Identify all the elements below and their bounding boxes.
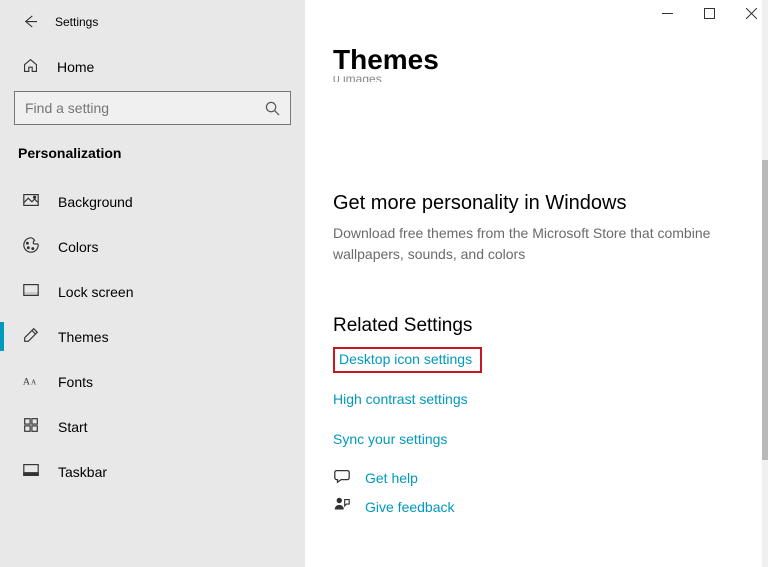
link-desktop-icons[interactable]: Desktop icon settings xyxy=(339,351,472,367)
window-title: Settings xyxy=(55,15,98,29)
sidebar-item-label: Taskbar xyxy=(58,464,107,480)
maximize-button[interactable] xyxy=(702,6,716,20)
page-title: Themes xyxy=(333,44,740,76)
section-label: Personalization xyxy=(0,141,305,179)
link-sync[interactable]: Sync your settings xyxy=(333,425,447,453)
sidebar-item-lockscreen[interactable]: Lock screen xyxy=(0,269,305,314)
link-high-contrast[interactable]: High contrast settings xyxy=(333,385,468,413)
fonts-icon: AA xyxy=(22,371,40,392)
sidebar-item-label: Fonts xyxy=(58,374,93,390)
search-box[interactable] xyxy=(14,91,291,125)
content-area: Themes 0 images Get more personality in … xyxy=(305,0,768,567)
scrollbar-thumb[interactable] xyxy=(762,160,768,460)
sidebar-item-label: Start xyxy=(58,419,88,435)
sidebar-item-start[interactable]: Start xyxy=(0,404,305,449)
link-give-feedback[interactable]: Give feedback xyxy=(365,499,455,515)
picture-icon xyxy=(22,191,40,212)
sidebar-item-label: Background xyxy=(58,194,133,210)
minimize-button[interactable] xyxy=(660,6,674,20)
home-label: Home xyxy=(57,59,94,75)
start-icon xyxy=(22,416,40,437)
personality-desc: Download free themes from the Microsoft … xyxy=(333,223,725,265)
scrollbar[interactable] xyxy=(762,0,768,567)
svg-text:A: A xyxy=(23,377,31,388)
sidebar-item-themes[interactable]: Themes xyxy=(0,314,305,359)
sidebar-item-fonts[interactable]: AA Fonts xyxy=(0,359,305,404)
sidebar-item-colors[interactable]: Colors xyxy=(0,224,305,269)
sidebar-item-background[interactable]: Background xyxy=(0,179,305,224)
svg-text:A: A xyxy=(31,379,37,387)
theme-icon xyxy=(22,326,40,347)
nav-list: Background Colors Lock screen Themes xyxy=(0,179,305,494)
related-heading: Related Settings xyxy=(333,315,740,337)
sidebar-item-label: Lock screen xyxy=(58,284,133,300)
sidebar: Settings Home Personalization Backgro xyxy=(0,0,305,567)
feedback-icon xyxy=(333,496,351,517)
search-icon xyxy=(265,101,280,116)
chat-icon xyxy=(333,467,351,488)
sidebar-item-label: Colors xyxy=(58,239,98,255)
sidebar-item-label: Themes xyxy=(58,329,109,345)
taskbar-icon xyxy=(22,461,40,482)
search-input[interactable] xyxy=(25,100,265,116)
lockscreen-icon xyxy=(22,281,40,302)
back-icon[interactable] xyxy=(22,14,37,29)
home-icon xyxy=(22,57,39,77)
sidebar-item-taskbar[interactable]: Taskbar xyxy=(0,449,305,494)
highlight-box: Desktop icon settings xyxy=(333,347,482,373)
link-get-help[interactable]: Get help xyxy=(365,470,418,486)
close-button[interactable] xyxy=(744,6,758,20)
personality-heading: Get more personality in Windows xyxy=(333,192,740,215)
palette-icon xyxy=(22,236,40,257)
home-nav[interactable]: Home xyxy=(0,47,305,87)
clipped-subtext: 0 images xyxy=(333,76,740,82)
